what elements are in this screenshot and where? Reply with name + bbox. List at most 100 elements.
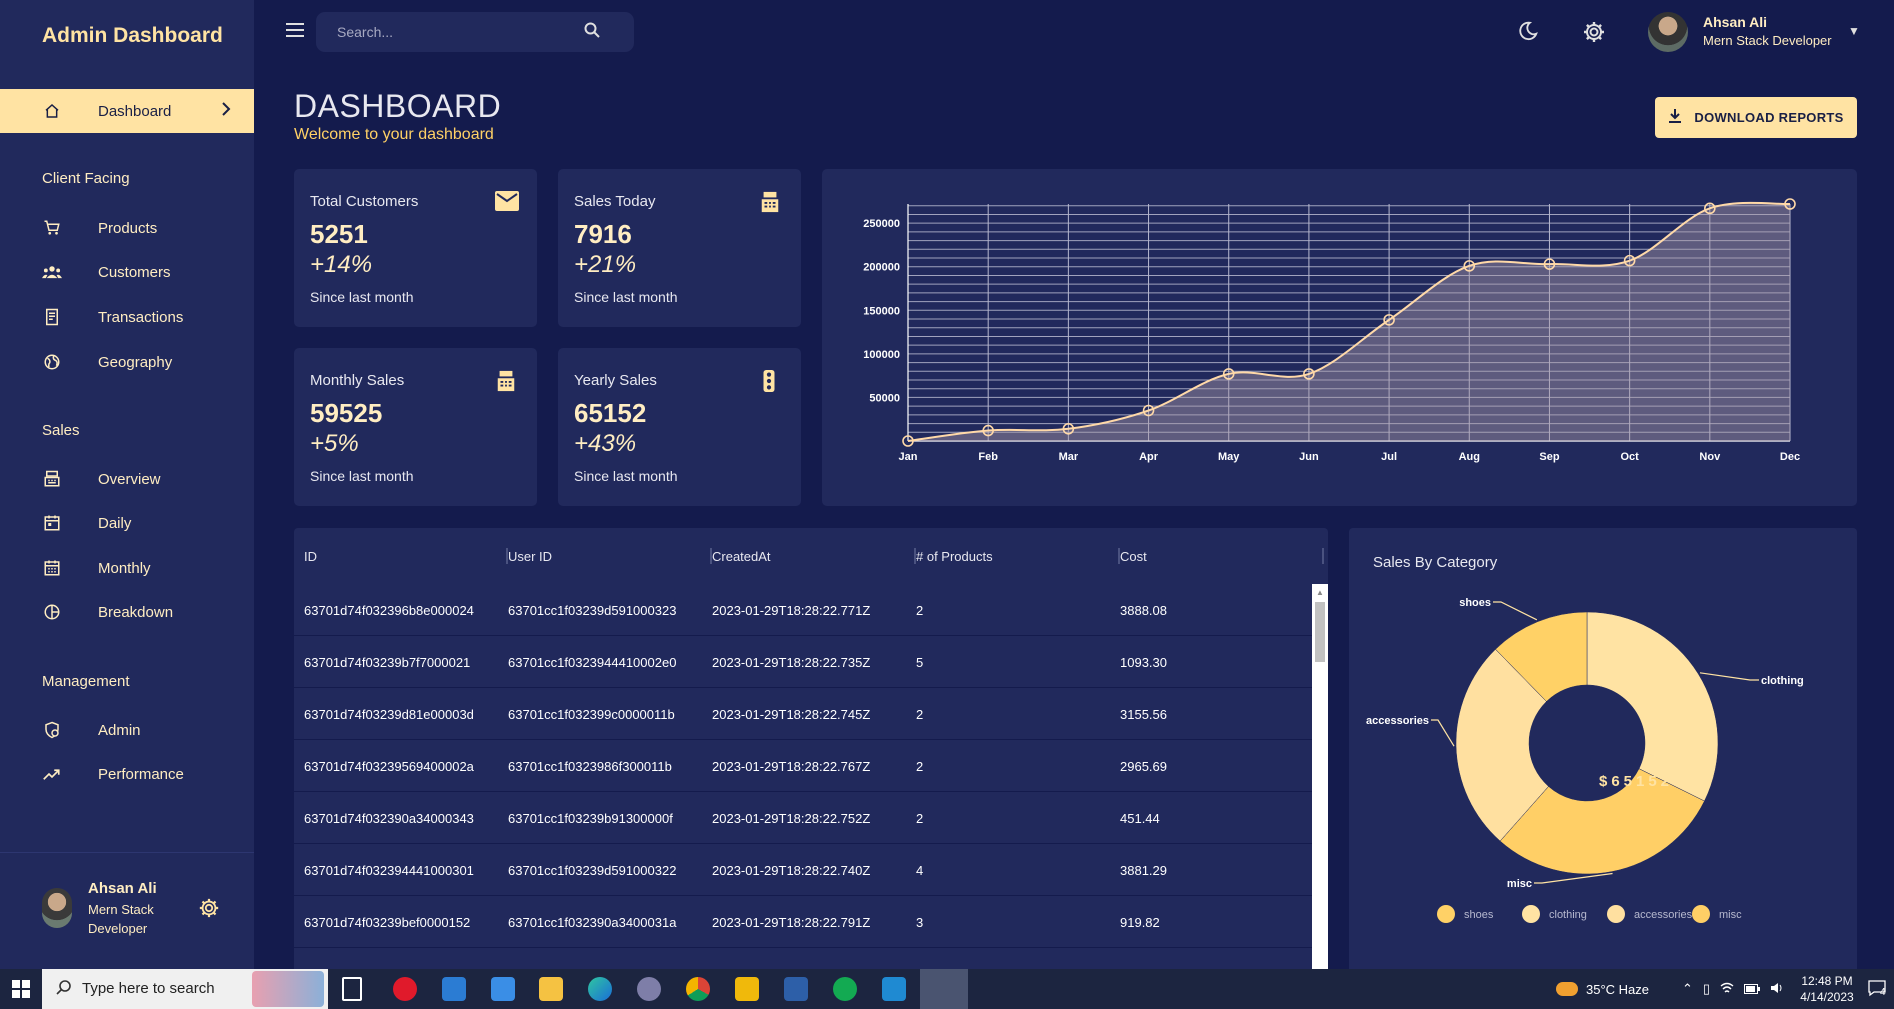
legend-swatch[interactable] (1522, 905, 1540, 923)
table-cell: 63701d74f032394441000301 (304, 862, 474, 878)
chevron-up-icon[interactable]: ⌃ (1682, 981, 1693, 997)
stat-value: 5251 (310, 219, 368, 249)
table-row[interactable]: 63701d74f032396b8e000024 63701cc1f03239d5… (294, 584, 1312, 636)
column-header-label: User ID (508, 548, 553, 564)
dark-mode-icon[interactable] (1517, 20, 1541, 44)
mail-icon[interactable] (491, 977, 515, 1001)
sidebar-item-breakdown[interactable]: Breakdown (0, 590, 254, 634)
meet-now-icon[interactable]: ▯ (1703, 981, 1710, 997)
scrollbar-thumb[interactable] (1315, 602, 1325, 662)
edge-icon[interactable] (588, 977, 612, 1001)
binance-icon[interactable] (735, 977, 759, 1001)
legend-label[interactable]: shoes (1464, 909, 1494, 921)
clock-date: 4/14/2023 (1800, 990, 1854, 1004)
mongodb-compass-icon[interactable] (833, 977, 857, 1001)
legend-swatch[interactable] (1692, 905, 1710, 923)
legend-swatch[interactable] (1607, 905, 1625, 923)
table-cell: 63701d74f032396b8e000024 (304, 602, 474, 618)
table-cell: 63701cc1f032390a3400031a (508, 914, 677, 930)
table-cell: 2965.69 (1120, 758, 1167, 774)
sidebar-item-daily[interactable]: Daily (0, 501, 254, 545)
transactions-table: ID User ID CreatedAt # of Products Cost 6370… (294, 528, 1328, 969)
x-tick-label: Dec (1780, 451, 1800, 463)
column-separator[interactable] (1322, 548, 1324, 564)
column-header[interactable]: Cost (1120, 528, 1324, 584)
vscode-icon[interactable] (882, 977, 906, 1001)
sidebar-item-label: Dashboard (98, 102, 172, 120)
column-header-label: ID (304, 548, 317, 564)
table-row[interactable]: 63701d74f03239bef0000152 63701cc1f032390a… (294, 896, 1312, 948)
legend-label[interactable]: accessories (1634, 909, 1693, 921)
legend-swatch[interactable] (1437, 905, 1455, 923)
table-scrollbar[interactable]: ▲ (1312, 584, 1328, 969)
table-cell: 2 (916, 758, 924, 774)
receipt-icon (42, 307, 62, 327)
file-explorer-icon[interactable] (539, 977, 563, 1001)
download-reports-button[interactable]: DOWNLOAD REPORTS (1655, 97, 1857, 138)
home-icon (42, 101, 62, 121)
column-header[interactable]: ID (304, 528, 508, 584)
system-tray: ⌃ ▯ (1682, 969, 1784, 1009)
settings-gear-icon[interactable] (198, 897, 220, 925)
opera-icon[interactable] (393, 977, 417, 1001)
weather-widget[interactable]: 35°C Haze (1556, 969, 1649, 1009)
powershell-icon[interactable] (784, 977, 808, 1001)
active-app-highlight[interactable] (920, 969, 968, 1009)
notifications-icon[interactable]: 4 (1868, 979, 1886, 1002)
taskbar-clock[interactable]: 12:48 PM 4/14/2023 (1800, 973, 1854, 1005)
column-header[interactable]: User ID (508, 528, 712, 584)
table-row[interactable]: 63701d74f03239569400002a 63701cc1f0323986… (294, 740, 1312, 792)
chevron-right-icon (220, 101, 232, 121)
sidebar-item-admin[interactable]: Admin (0, 708, 254, 752)
tor-browser-icon[interactable] (637, 977, 661, 1001)
y-tick-label: 250000 (863, 218, 900, 230)
column-header[interactable]: CreatedAt (712, 528, 916, 584)
menu-icon[interactable] (286, 20, 304, 43)
page-subtitle: Welcome to your dashboard (294, 126, 494, 143)
traffic-icon (759, 370, 783, 392)
stat-title: Sales Today (574, 193, 656, 210)
sidebar-item-label: Performance (98, 765, 184, 783)
sidebar-item-monthly[interactable]: Monthly (0, 546, 254, 590)
stat-change: +21% (574, 251, 637, 278)
sidebar-item-transactions[interactable]: Transactions (0, 295, 254, 339)
taskbar-search[interactable]: Type here to search (42, 969, 328, 1009)
y-tick-label: 100000 (863, 349, 900, 361)
column-header[interactable]: # of Products (916, 528, 1120, 584)
table-row[interactable]: 63701d74f03239d81e00003d 63701cc1f032399c… (294, 688, 1312, 740)
point-of-sale-icon (759, 191, 783, 213)
settings-icon[interactable] (1582, 20, 1606, 44)
battery-icon[interactable] (1744, 982, 1761, 997)
chrome-icon[interactable] (686, 977, 710, 1001)
table-row[interactable]: 63701d74f032390a34000343 63701cc1f03239b9… (294, 792, 1312, 844)
sidebar-item-customers[interactable]: Customers (0, 250, 254, 294)
search-icon (56, 980, 72, 1001)
x-tick-label: Oct (1620, 451, 1639, 463)
sidebar-item-overview[interactable]: Overview (0, 457, 254, 501)
scroll-up-arrow-icon[interactable]: ▲ (1316, 588, 1324, 597)
task-view-icon[interactable] (342, 977, 362, 1001)
search-icon[interactable] (584, 22, 600, 38)
slice-label: misc (1507, 878, 1532, 890)
column-header-label: # of Products (916, 548, 993, 564)
sidebar-item-performance[interactable]: Performance (0, 752, 254, 796)
sidebar-item-products[interactable]: Products (0, 206, 254, 250)
pie-chart-icon (42, 602, 62, 622)
slice-label-line (1493, 601, 1538, 621)
wifi-icon[interactable] (1720, 982, 1734, 997)
legend-label[interactable]: clothing (1549, 909, 1587, 921)
sidebar-item-dashboard[interactable]: Dashboard (0, 89, 254, 133)
caret-down-icon: ▼ (1848, 24, 1860, 38)
windows-start-icon[interactable] (12, 980, 30, 1003)
user-name: Ahsan Ali (88, 880, 157, 897)
legend-label[interactable]: misc (1719, 909, 1742, 921)
volume-icon[interactable] (1770, 982, 1784, 997)
globe-icon (42, 352, 62, 372)
sidebar-item-geography[interactable]: Geography (0, 340, 254, 384)
microsoft-store-icon[interactable] (442, 977, 466, 1001)
groups-icon (42, 262, 62, 282)
table-row[interactable]: 63701d74f032394441000301 63701cc1f03239d5… (294, 844, 1312, 896)
stat-card-total-customers: Total Customers 5251 +14% Since last mon… (294, 169, 537, 327)
table-row[interactable]: 63701d74f03239b7f7000021 63701cc1f0323944… (294, 636, 1312, 688)
search-input[interactable] (337, 22, 577, 42)
